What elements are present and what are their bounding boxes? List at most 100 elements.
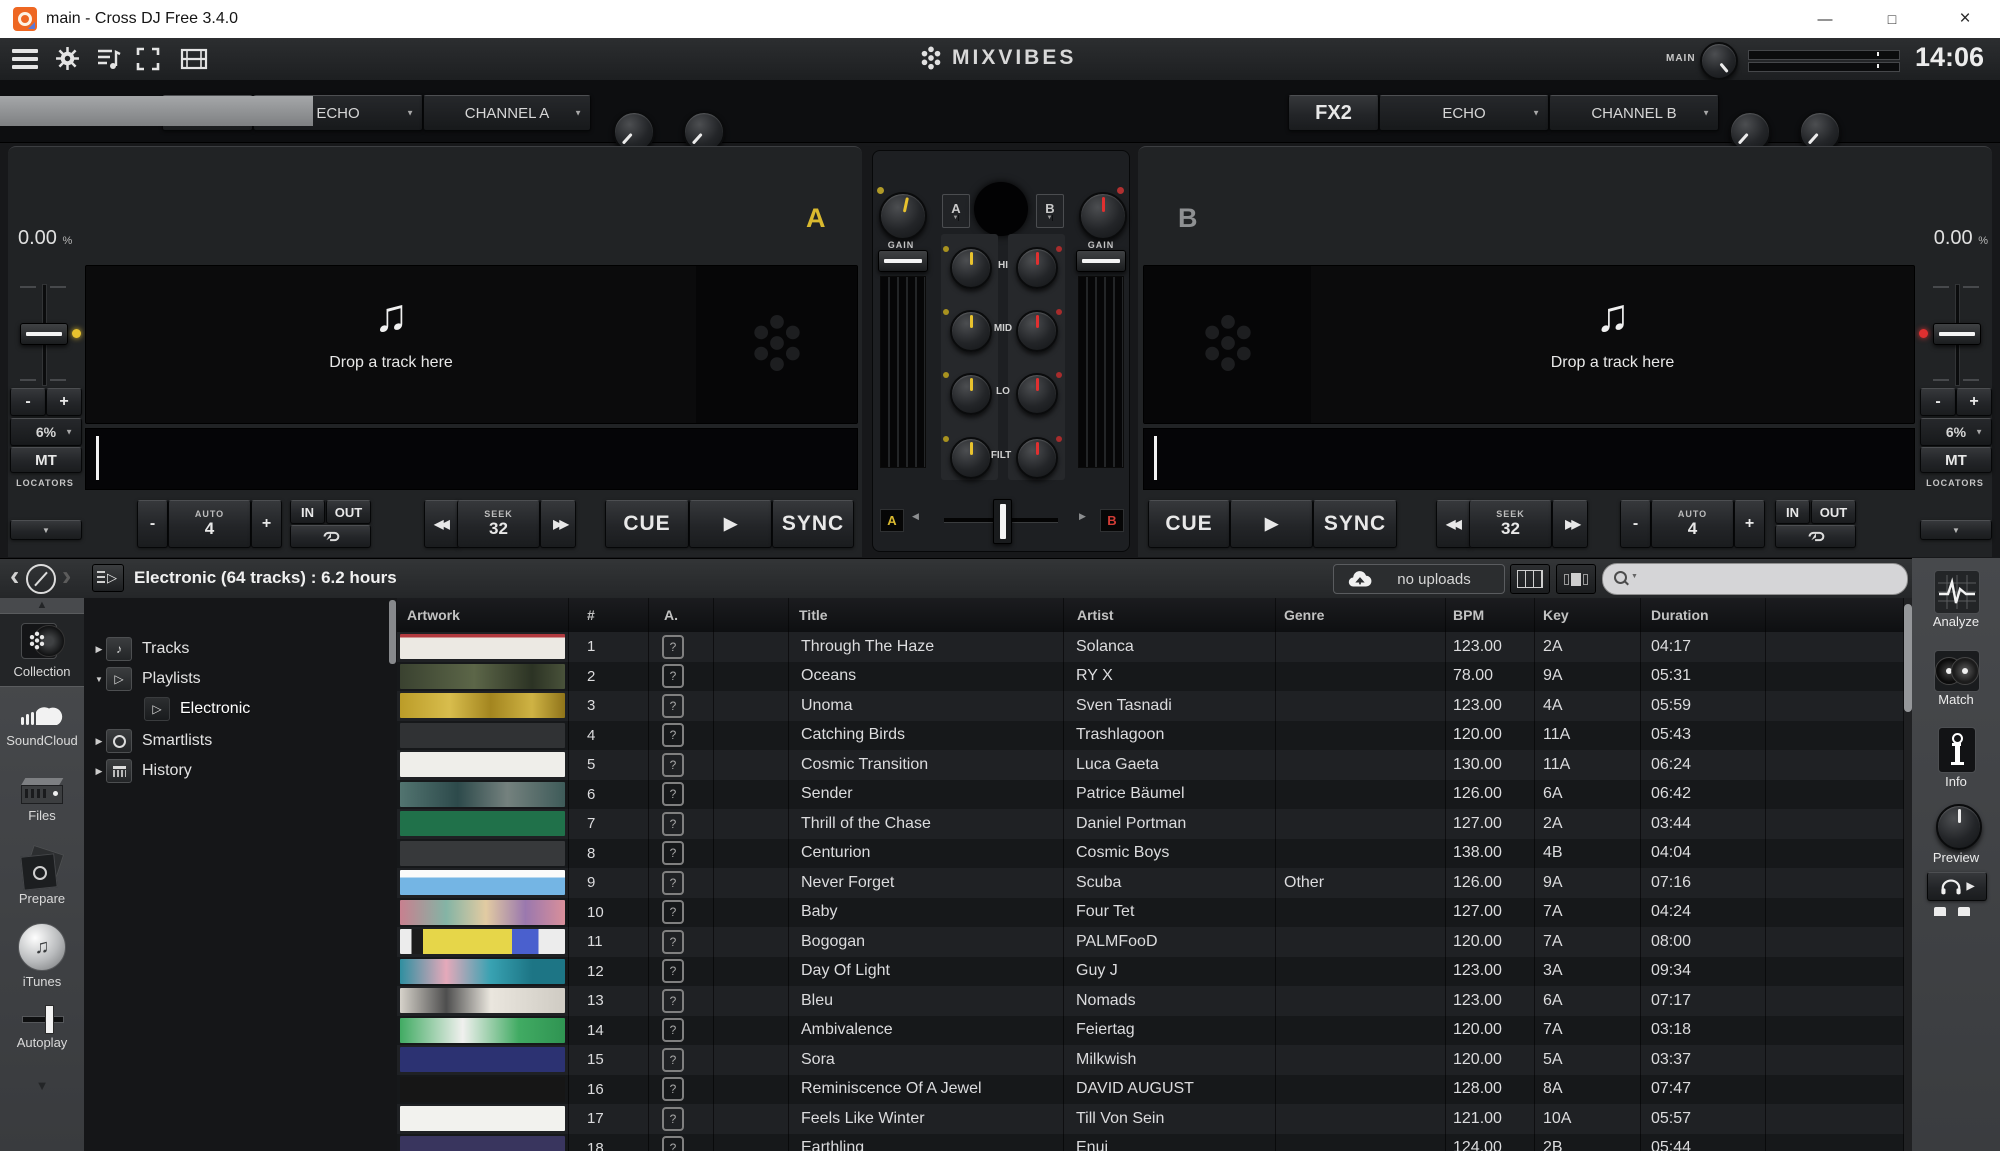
- deck-a-pitch-plus-button[interactable]: +: [46, 388, 82, 416]
- sidebar-item-files[interactable]: Files: [0, 772, 84, 828]
- tri-right-icon[interactable]: ▶: [92, 736, 106, 747]
- deck-a-autoloop-button[interactable]: AUTO4: [168, 500, 251, 548]
- deck-b-loop-out-button[interactable]: OUT: [1811, 500, 1856, 524]
- playlist-queue-icon[interactable]: [96, 47, 124, 71]
- preview-play-button[interactable]: ▶: [1927, 872, 1987, 901]
- deck-a-source-select[interactable]: A▼: [942, 194, 970, 228]
- tree-item-tracks[interactable]: ▶ ♪ Tracks: [92, 636, 189, 662]
- column-view-button[interactable]: [1510, 564, 1550, 594]
- table-row[interactable]: 7 ? Thrill of the Chase Daniel Portman 1…: [397, 809, 1904, 839]
- table-row[interactable]: 18 ? Earthling Enui 124.00 2B 05:44: [397, 1134, 1904, 1151]
- sidebar-item-collection[interactable]: Collection: [0, 613, 84, 687]
- table-row[interactable]: 5 ? Cosmic Transition Luca Gaeta 130.00 …: [397, 750, 1904, 780]
- uploads-status[interactable]: no uploads: [1333, 564, 1505, 594]
- deck-b-pitch-range-select[interactable]: 6%▼: [1920, 418, 1992, 446]
- search-input[interactable]: ▼: [1602, 563, 1908, 595]
- deck-a-waveform-area[interactable]: ♫ Drop a track here: [85, 265, 858, 424]
- deck-a-loop-in-button[interactable]: IN: [290, 500, 325, 524]
- eq-b-lo-knob[interactable]: [1016, 373, 1058, 415]
- table-row[interactable]: 6 ? Sender Patrice Bäumel 126.00 6A 06:4…: [397, 780, 1904, 810]
- deck-b-volume-fader[interactable]: [1076, 250, 1126, 272]
- tri-right-icon[interactable]: ▶: [92, 766, 106, 777]
- deck-b-pitch-fader[interactable]: [1933, 323, 1981, 345]
- fx1-channel-select[interactable]: CHANNEL A▼: [423, 95, 591, 131]
- deck-b-sync-button[interactable]: SYNC: [1313, 500, 1397, 548]
- deck-b-seek-back-button[interactable]: ◀◀: [1436, 500, 1472, 548]
- deck-b-seek-length-button[interactable]: SEEK32: [1469, 500, 1552, 548]
- eq-a-mid-knob[interactable]: [950, 310, 992, 352]
- table-scrollbar-thumb[interactable]: [1904, 604, 1912, 712]
- header-artwork[interactable]: Artwork: [397, 598, 569, 632]
- deck-a-seek-forward-button[interactable]: ▶▶: [540, 500, 576, 548]
- gain-a-knob[interactable]: [879, 192, 927, 240]
- table-row[interactable]: 10 ? Baby Four Tet 127.00 7A 04:24: [397, 898, 1904, 928]
- table-row[interactable]: 17 ? Feels Like Winter Till Von Sein 121…: [397, 1104, 1904, 1134]
- header-artist[interactable]: Artist: [1064, 598, 1276, 632]
- table-row[interactable]: 1 ? Through The Haze Solanca 123.00 2A 0…: [397, 632, 1904, 662]
- deck-a-pitch-range-select[interactable]: 6%▼: [10, 418, 82, 446]
- deck-b-pitch-plus-button[interactable]: +: [1956, 388, 1992, 416]
- deck-a-seek-length-button[interactable]: SEEK32: [457, 500, 540, 548]
- table-row[interactable]: 14 ? Ambivalence Feiertag 120.00 7A 03:1…: [397, 1016, 1904, 1046]
- gear-icon[interactable]: [55, 46, 80, 71]
- fx2-effect-select[interactable]: ECHO▼: [1379, 95, 1549, 131]
- deck-b-loop-half-button[interactable]: -: [1620, 500, 1651, 548]
- tri-right-icon[interactable]: ▶: [92, 644, 106, 655]
- deck-b-source-select[interactable]: B▼: [1036, 194, 1064, 228]
- analyze-button[interactable]: [1934, 570, 1980, 614]
- header-genre[interactable]: Genre: [1276, 598, 1446, 632]
- header-number[interactable]: #: [569, 598, 649, 632]
- minimize-button[interactable]: —: [1795, 0, 1855, 38]
- tree-item-smartlists[interactable]: ▶ Smartlists: [92, 728, 212, 754]
- table-row[interactable]: 12 ? Day Of Light Guy J 123.00 3A 09:34: [397, 957, 1904, 987]
- deck-a-loop-out-button[interactable]: OUT: [326, 500, 371, 524]
- panel-view-button[interactable]: [1556, 564, 1596, 594]
- deck-a-seek-back-button[interactable]: ◀◀: [424, 500, 460, 548]
- deck-a-locators-expand-button[interactable]: ▼: [10, 520, 82, 540]
- crossfader-handle[interactable]: [993, 499, 1012, 544]
- tree-scrollbar[interactable]: [389, 600, 396, 664]
- header-duration[interactable]: Duration: [1641, 598, 1766, 632]
- deck-a-loop-toggle-button[interactable]: [290, 525, 371, 548]
- rail-scroll-down-icon[interactable]: ▼: [0, 1078, 84, 1093]
- deck-b-loop-toggle-button[interactable]: [1775, 525, 1856, 548]
- table-row[interactable]: 2 ? Oceans RY X 78.00 9A 05:31: [397, 662, 1904, 692]
- tree-item-playlists[interactable]: ▼ ▷ Playlists: [92, 666, 201, 692]
- filter-b-knob[interactable]: [1016, 437, 1058, 479]
- compass-icon[interactable]: [26, 564, 56, 594]
- deck-b-loop-in-button[interactable]: IN: [1775, 500, 1810, 524]
- deck-a-overview-strip[interactable]: [85, 428, 858, 490]
- menu-icon[interactable]: [12, 49, 38, 69]
- table-row[interactable]: 8 ? Centurion Cosmic Boys 138.00 4B 04:0…: [397, 839, 1904, 869]
- header-bpm[interactable]: BPM: [1446, 598, 1535, 632]
- gain-b-knob[interactable]: [1079, 192, 1127, 240]
- sidebar-item-prepare[interactable]: Prepare: [0, 840, 84, 912]
- deck-a-master-tempo-button[interactable]: MT: [10, 447, 82, 473]
- deck-b-autoloop-button[interactable]: AUTO4: [1651, 500, 1734, 548]
- deck-b-waveform-area[interactable]: ♫ Drop a track here: [1143, 265, 1915, 424]
- deck-b-overview-strip[interactable]: [1143, 428, 1915, 490]
- header-title[interactable]: Title: [789, 598, 1064, 632]
- table-row[interactable]: 13 ? Bleu Nomads 123.00 6A 07:17: [397, 986, 1904, 1016]
- video-mode-icon[interactable]: [180, 48, 208, 70]
- table-row[interactable]: 11 ? Bogogan PALMFooD 120.00 7A 08:00: [397, 927, 1904, 957]
- eq-b-hi-knob[interactable]: [1016, 247, 1058, 289]
- preview-volume-knob[interactable]: [1936, 804, 1982, 850]
- deck-b-master-tempo-button[interactable]: MT: [1920, 447, 1992, 473]
- table-row[interactable]: 3 ? Unoma Sven Tasnadi 123.00 4A 05:59: [397, 691, 1904, 721]
- tree-item-electronic[interactable]: ▷ Electronic: [92, 694, 250, 724]
- deck-b-locators-expand-button[interactable]: ▼: [1920, 520, 1992, 540]
- table-row[interactable]: 9 ? Never Forget Scuba Other 126.00 9A 0…: [397, 868, 1904, 898]
- deck-a-volume-fader[interactable]: [878, 250, 928, 272]
- deck-b-pitch-minus-button[interactable]: -: [1920, 388, 1956, 416]
- deck-b-cue-button[interactable]: CUE: [1148, 500, 1230, 548]
- eq-a-lo-knob[interactable]: [950, 373, 992, 415]
- table-row[interactable]: 4 ? Catching Birds Trashlagoon 120.00 11…: [397, 721, 1904, 751]
- sidebar-item-soundcloud[interactable]: SoundCloud: [0, 694, 84, 756]
- tree-item-history[interactable]: ▶ History: [92, 758, 192, 784]
- deck-a-sync-button[interactable]: SYNC: [772, 500, 854, 548]
- close-button[interactable]: ×: [1935, 0, 1995, 38]
- header-tag[interactable]: [714, 598, 789, 632]
- table-row[interactable]: 16 ? Reminiscence Of A Jewel DAVID AUGUS…: [397, 1075, 1904, 1105]
- deck-a-pitch-minus-button[interactable]: -: [10, 388, 46, 416]
